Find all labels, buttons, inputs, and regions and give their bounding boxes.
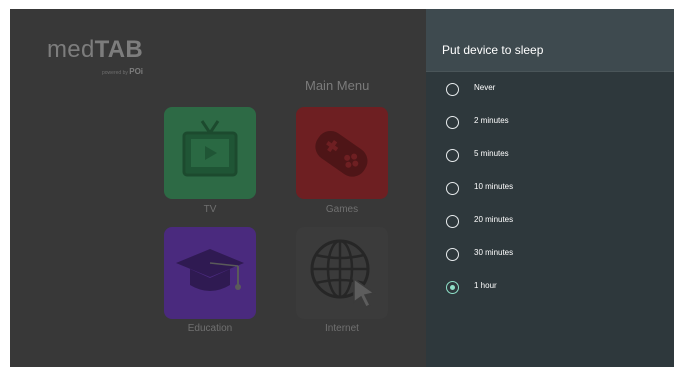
option-30-minutes[interactable]: 30 minutes [426, 237, 674, 270]
gamepad-icon [315, 130, 368, 177]
powered-by-logo: powered by POi [102, 67, 144, 76]
tile-games-label: Games [325, 204, 359, 215]
tile-tv-label: TV [203, 204, 217, 215]
tile-games[interactable] [296, 107, 388, 199]
tile-education[interactable] [164, 227, 256, 319]
tv-icon [182, 120, 238, 177]
option-1-hour[interactable]: 1 hour [426, 270, 674, 303]
sleep-options-list: Never 2 minutes 5 minutes 10 minutes 20 … [426, 72, 674, 303]
option-label: 5 minutes [474, 149, 509, 158]
tile-education-label: Education [187, 323, 233, 334]
graduation-cap-icon [176, 249, 244, 291]
tv-screen: medTAB powered by POi Main Menu TV Games… [10, 9, 674, 367]
radio-button[interactable] [446, 149, 459, 162]
panel-title: Put device to sleep [442, 43, 544, 57]
option-never[interactable]: Never [426, 72, 674, 105]
option-label: 2 minutes [474, 116, 509, 125]
option-label: Never [474, 83, 496, 92]
tile-internet-label: Internet [325, 323, 359, 334]
option-label: 1 hour [474, 281, 497, 290]
option-2-minutes[interactable]: 2 minutes [426, 105, 674, 138]
radio-button[interactable] [446, 215, 459, 228]
option-10-minutes[interactable]: 10 minutes [426, 171, 674, 204]
medtab-logo: medTAB [47, 36, 144, 63]
sleep-settings-panel: Put device to sleep Never 2 minutes 5 mi… [426, 9, 674, 367]
radio-button[interactable] [446, 248, 459, 261]
option-5-minutes[interactable]: 5 minutes [426, 138, 674, 171]
option-20-minutes[interactable]: 20 minutes [426, 204, 674, 237]
option-label: 10 minutes [474, 182, 514, 191]
radio-button[interactable] [446, 116, 459, 129]
panel-header: Put device to sleep [426, 9, 674, 72]
option-label: 30 minutes [474, 248, 514, 257]
home-screen-dimmed: medTAB powered by POi Main Menu TV Games… [10, 9, 426, 367]
radio-button[interactable] [446, 182, 459, 195]
radio-button-checked[interactable] [446, 281, 459, 294]
option-label: 20 minutes [474, 215, 514, 224]
main-menu-title: Main Menu [305, 78, 370, 93]
radio-button[interactable] [446, 83, 459, 96]
tile-internet[interactable] [296, 227, 388, 319]
globe-cursor-icon [310, 239, 376, 309]
tile-tv[interactable] [164, 107, 256, 199]
